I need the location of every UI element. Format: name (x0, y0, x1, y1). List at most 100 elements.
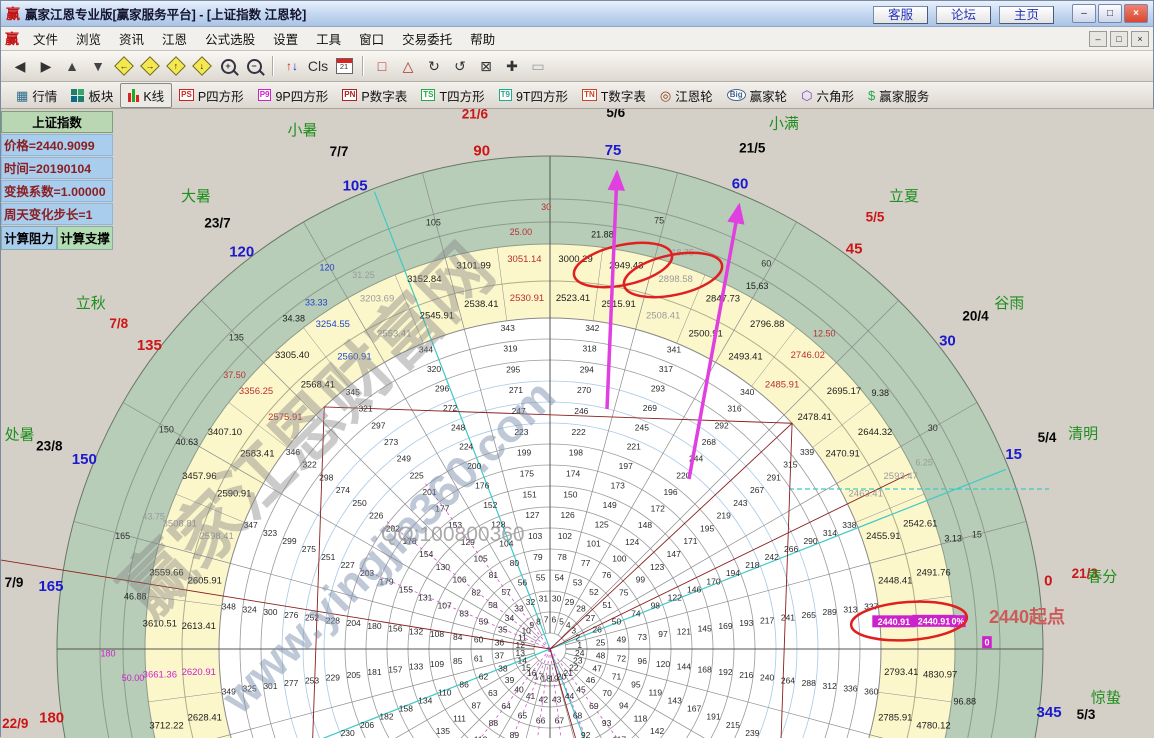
calc-resistance-button[interactable]: 计算阻力 (1, 226, 57, 250)
menu-设置[interactable]: 设置 (264, 27, 307, 50)
info-panel: 上证指数 价格=2440.9099 时间=20190104 变换系数=1.000… (1, 111, 113, 250)
next-arrow-button[interactable]: ▶ (34, 55, 58, 78)
minimize-button[interactable]: – (1072, 4, 1096, 23)
rotate-cw-button[interactable]: ↻ (422, 55, 446, 78)
title-bar[interactable]: 赢 赢家江恩专业版[赢家服务平台] - [上证指数 江恩轮] 客服 论坛 主页 – □… (1, 1, 1153, 27)
view-9T四方形[interactable]: T9 9T四方形 (492, 84, 575, 107)
center-tool-button[interactable]: ✚ (500, 55, 524, 78)
menu-公式选股[interactable]: 公式选股 (196, 27, 264, 50)
menu-交易委托[interactable]: 交易委托 (393, 27, 461, 50)
svg-text:249: 249 (397, 454, 411, 464)
diamond-left-button[interactable]: ← (112, 55, 136, 78)
svg-text:130: 130 (436, 562, 450, 572)
view-六角形[interactable]: ⬡ 六角形 (794, 84, 861, 107)
zoom-in-button[interactable]: + (216, 55, 240, 78)
view-P四方形[interactable]: PS P四方形 (172, 84, 251, 107)
gann-wheel-canvas[interactable]: 1234567891011121314151617181920212223242… (1, 109, 1154, 738)
view-label-T数字表: T数字表 (600, 89, 646, 104)
menu-工具[interactable]: 工具 (307, 27, 350, 50)
svg-text:12.50: 12.50 (813, 329, 836, 339)
menu-江恩[interactable]: 江恩 (153, 27, 196, 50)
mdi-close-button[interactable]: × (1131, 30, 1149, 47)
close-button[interactable]: × (1124, 4, 1148, 23)
svg-text:0: 0 (1044, 573, 1052, 590)
up-triangle-button[interactable]: ▲ (60, 55, 84, 78)
square-tool-button[interactable]: □ (370, 55, 394, 78)
price-row: 价格=2440.9099 (1, 134, 113, 156)
sep2 (362, 56, 364, 76)
menu-窗口[interactable]: 窗口 (350, 27, 393, 50)
svg-text:49: 49 (617, 635, 627, 645)
svg-text:40: 40 (514, 684, 524, 694)
svg-text:87: 87 (471, 701, 481, 711)
diamond-up-button[interactable]: ↑ (164, 55, 188, 78)
quick-link-2[interactable]: 主页 (998, 5, 1054, 24)
calendar-button[interactable]: 21 (332, 55, 356, 78)
view-K线[interactable]: K线 (120, 82, 173, 108)
svg-text:15: 15 (1005, 446, 1022, 463)
calc-support-button[interactable]: 计算支撑 (57, 226, 113, 250)
down-triangle-button[interactable]: ▼ (86, 55, 110, 78)
view-label-行情: 行情 (32, 89, 58, 104)
svg-text:194: 194 (726, 568, 740, 578)
xbox-tool-button[interactable]: ⊠ (474, 55, 498, 78)
views-toolbar: ▦ 行情 板块 K线 PS P四方形 P9 9P四方形 PN P数字表 TS T四方形 T9 9T四方形 T… (1, 82, 1153, 109)
svg-text:21/5: 21/5 (739, 140, 766, 155)
zoom-out-button[interactable]: − (242, 55, 266, 78)
view-行情[interactable]: ▦ 行情 (9, 84, 64, 107)
svg-text:2695.17: 2695.17 (827, 386, 861, 397)
svg-text:2644.32: 2644.32 (858, 427, 892, 438)
svg-text:50.00: 50.00 (122, 673, 145, 683)
svg-text:206: 206 (360, 720, 374, 730)
mdi-minimize-button[interactable]: – (1089, 30, 1107, 47)
svg-text:60: 60 (474, 635, 484, 645)
screen-tool-button[interactable]: ▭ (526, 55, 550, 78)
svg-text:63: 63 (488, 688, 498, 698)
svg-text:348: 348 (222, 602, 236, 612)
svg-text:小暑: 小暑 (287, 122, 317, 139)
cls-button[interactable]: Cls (306, 55, 330, 78)
updown-arrows-button[interactable]: ↑ ↓ (280, 55, 304, 78)
svg-text:7: 7 (544, 614, 549, 624)
svg-text:21/6: 21/6 (462, 109, 489, 121)
svg-text:2746.02: 2746.02 (791, 350, 825, 361)
maximize-button[interactable]: □ (1098, 4, 1122, 23)
svg-text:51: 51 (602, 600, 612, 610)
svg-text:157: 157 (388, 664, 402, 674)
view-9P四方形[interactable]: P9 9P四方形 (251, 84, 336, 107)
view-赢家轮[interactable]: Big 赢家轮 (720, 84, 794, 107)
rotate-ccw-button[interactable]: ↺ (448, 55, 472, 78)
zoom-in-icon: + (220, 58, 236, 74)
svg-text:109: 109 (430, 659, 444, 669)
menu-资讯[interactable]: 资讯 (110, 27, 153, 50)
svg-text:2485.91: 2485.91 (765, 379, 799, 390)
view-P数字表[interactable]: PN P数字表 (335, 84, 414, 107)
svg-text:316: 316 (727, 404, 741, 414)
view-江恩轮[interactable]: ◎ 江恩轮 (653, 84, 720, 107)
quick-link-1[interactable]: 论坛 (935, 5, 991, 24)
quick-link-0[interactable]: 客服 (872, 5, 928, 24)
svg-text:273: 273 (384, 437, 398, 447)
view-赢家服务[interactable]: $ 赢家服务 (861, 84, 936, 107)
svg-text:336: 336 (843, 684, 857, 694)
view-label-板块: 板块 (88, 89, 114, 104)
prev-arrow-button[interactable]: ◀ (8, 55, 32, 78)
mdi-maximize-button[interactable]: □ (1110, 30, 1128, 47)
menu-帮助[interactable]: 帮助 (461, 27, 504, 50)
menu-文件[interactable]: 文件 (24, 27, 67, 50)
view-板块[interactable]: 板块 (64, 84, 120, 107)
svg-text:23/7: 23/7 (204, 215, 230, 230)
diamond-right-button[interactable]: → (138, 55, 162, 78)
svg-text:120: 120 (319, 262, 334, 272)
menu-浏览[interactable]: 浏览 (67, 27, 110, 50)
quick-links: 客服 论坛 主页 (872, 4, 1062, 24)
svg-text:320: 320 (427, 364, 441, 374)
diamond-down-button[interactable]: ↓ (190, 55, 214, 78)
view-T数字表[interactable]: TN T数字表 (575, 84, 653, 107)
triangle-tool-button[interactable]: △ (396, 55, 420, 78)
svg-text:174: 174 (566, 469, 580, 479)
view-T四方形[interactable]: TS T四方形 (414, 84, 491, 107)
svg-text:7/7: 7/7 (330, 144, 349, 159)
svg-text:69: 69 (589, 701, 599, 711)
svg-text:33: 33 (514, 604, 524, 614)
